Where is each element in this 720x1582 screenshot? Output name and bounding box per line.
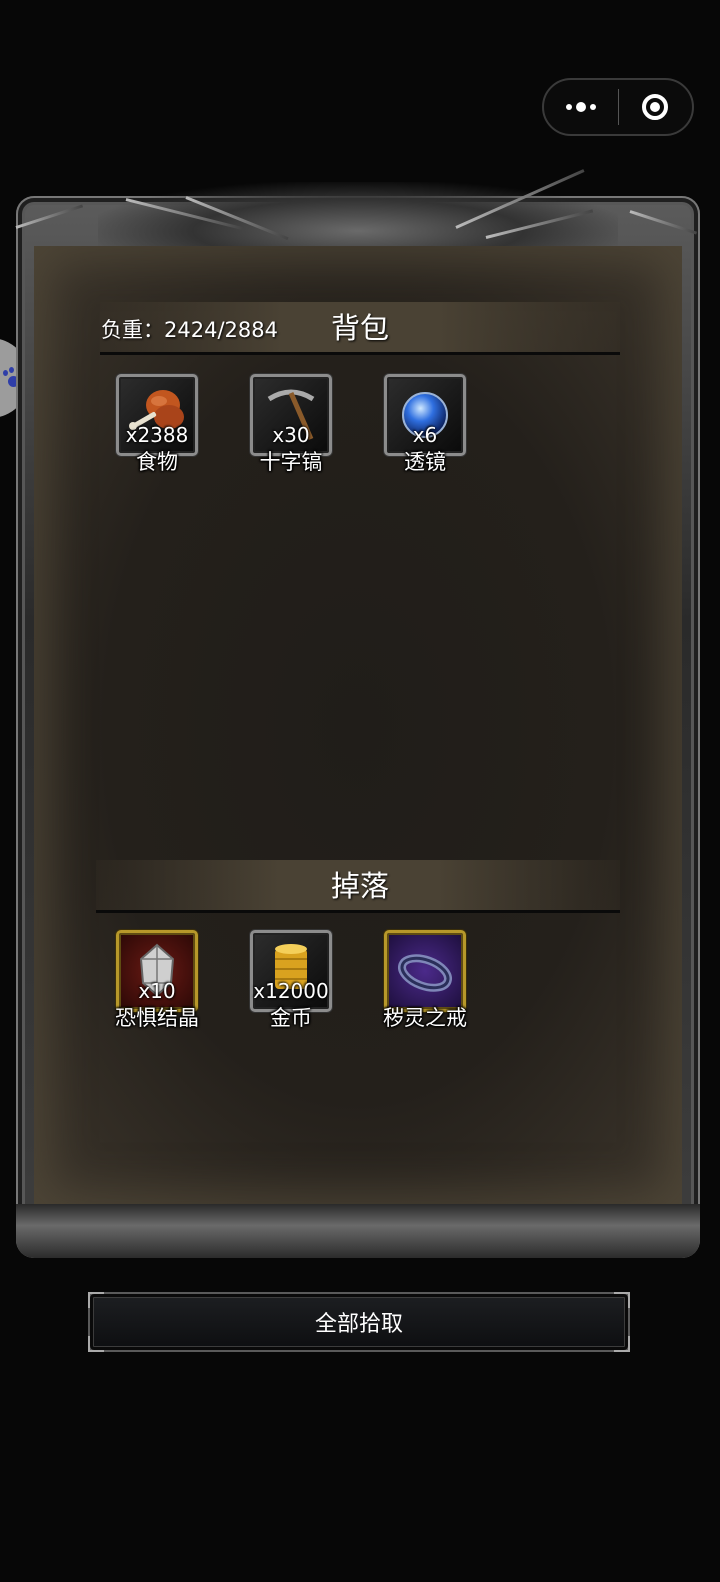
inventory-item[interactable]: x2388 食物	[100, 374, 200, 484]
inventory-item[interactable]: x30 十字镐	[234, 374, 334, 484]
button-corner-ornament	[614, 1292, 630, 1308]
drops-title: 掉落	[330, 869, 389, 903]
pick-up-all-button[interactable]: 全部拾取	[88, 1292, 630, 1352]
item-slot	[384, 930, 466, 1012]
item-name: 十字镐	[259, 450, 323, 474]
frame-bottom-ornament	[16, 1204, 700, 1258]
miniprogram-capsule	[542, 78, 694, 136]
item-name: 恐惧结晶	[115, 1006, 199, 1030]
item-name: 透镜	[404, 450, 446, 474]
button-corner-ornament	[614, 1336, 630, 1352]
close-button[interactable]	[619, 80, 693, 134]
item-name: 食物	[136, 450, 178, 474]
button-corner-ornament	[88, 1292, 104, 1308]
inventory-title: 背包	[330, 311, 389, 345]
item-count: x12000	[253, 979, 329, 1003]
ring-icon	[398, 954, 452, 992]
item-count: x6	[412, 423, 438, 447]
frame-crest-ornament	[98, 182, 618, 252]
drop-item[interactable]: x12000 金币	[234, 930, 334, 1040]
item-name: 金币	[270, 1006, 312, 1030]
item-name: 秽灵之戒	[383, 1006, 467, 1030]
pick-up-all-label: 全部拾取	[314, 1312, 403, 1337]
drop-item[interactable]: 秽灵之戒	[368, 930, 468, 1040]
target-close-icon	[642, 94, 669, 120]
inventory-item[interactable]: x6 透镜	[368, 374, 468, 484]
more-dots-icon	[565, 102, 596, 112]
drop-item[interactable]: x10 恐惧结晶	[100, 930, 200, 1040]
item-count: x30	[272, 423, 310, 447]
more-button[interactable]	[544, 80, 618, 134]
button-corner-ornament	[88, 1336, 104, 1352]
loot-panel-frame	[15, 169, 700, 1258]
item-count: x2388	[125, 423, 189, 447]
item-count: x10	[138, 979, 176, 1003]
